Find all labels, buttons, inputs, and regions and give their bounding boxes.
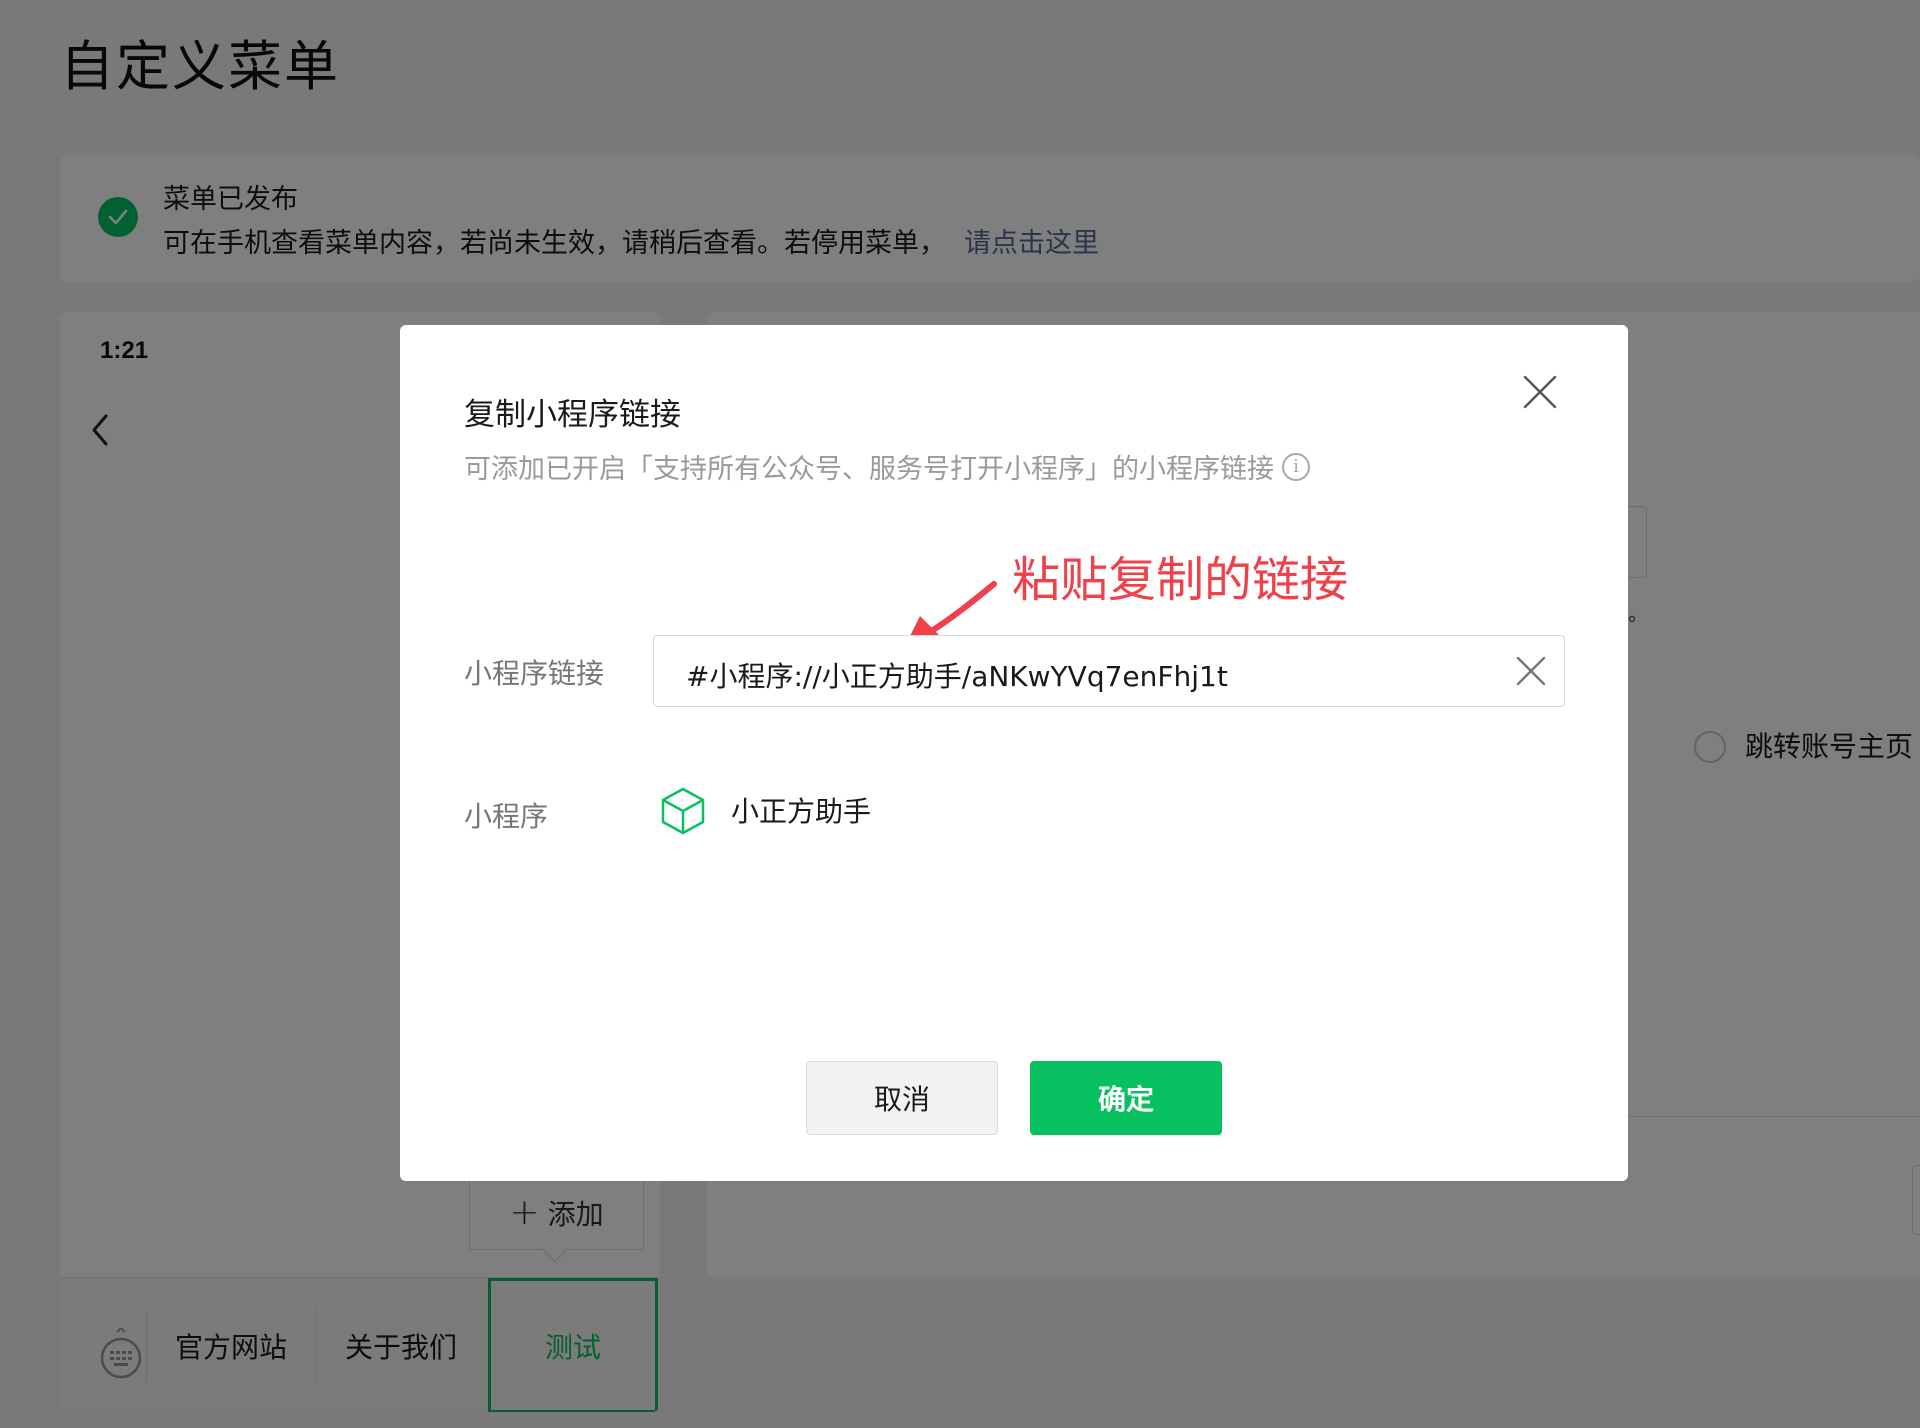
miniprogram-link-input[interactable]: #小程序://小正方助手/aNKwYVq7enFhj1t (653, 635, 1565, 707)
copy-miniprogram-link-dialog: 复制小程序链接 可添加已开启「支持所有公众号、服务号打开小程序」的小程序链接 i… (400, 325, 1628, 1181)
miniprogram-name: 小正方助手 (731, 795, 872, 828)
info-icon[interactable]: i (1282, 452, 1310, 481)
dialog-subtitle-text: 可添加已开启「支持所有公众号、服务号打开小程序」的小程序链接 (464, 454, 1274, 485)
miniprogram-cube-icon (661, 787, 705, 835)
link-input-value[interactable]: #小程序://小正方助手/aNKwYVq7enFhj1t (686, 655, 1228, 695)
confirm-button[interactable]: 确定 (1030, 1061, 1222, 1135)
annotation-text: 粘贴复制的链接 (1012, 552, 1349, 608)
link-label: 小程序链接 (464, 657, 605, 690)
close-icon[interactable] (1523, 375, 1557, 409)
cancel-button[interactable]: 取消 (806, 1061, 998, 1135)
dialog-subtitle: 可添加已开启「支持所有公众号、服务号打开小程序」的小程序链接 i (464, 447, 1310, 486)
miniprogram-label: 小程序 (464, 800, 549, 833)
dialog-title: 复制小程序链接 (464, 397, 681, 433)
clear-input-icon[interactable] (1514, 654, 1548, 688)
